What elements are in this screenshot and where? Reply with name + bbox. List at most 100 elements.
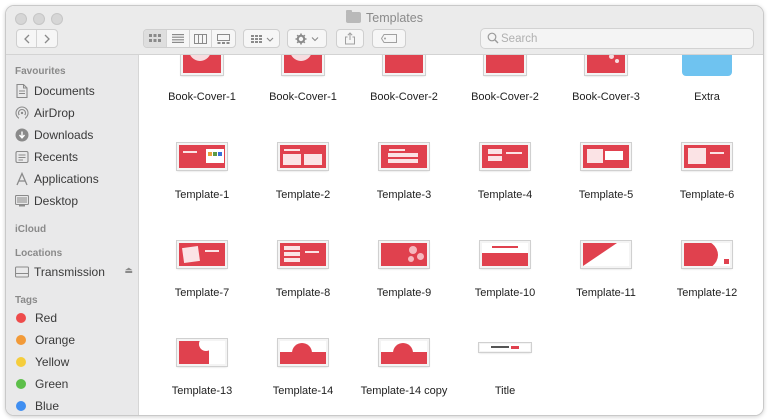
file-thumbnail — [581, 241, 631, 268]
file-label: Book-Cover-1 — [269, 91, 337, 103]
file-thumbnail — [585, 55, 627, 75]
file-label: Template-14 — [272, 385, 334, 397]
eject-icon[interactable]: ⏏ — [124, 265, 133, 276]
tag-color-dot — [16, 335, 26, 345]
sidebar-tag-green[interactable]: Green — [8, 375, 130, 393]
file-grid: Book-Cover-1 Book-Cover-1 Book-Cover-2 B… — [140, 55, 763, 415]
file-label: Template-3 — [376, 189, 432, 201]
file-thumbnail — [278, 143, 328, 170]
file-label: Template-2 — [275, 189, 331, 201]
file-label: Template-13 — [171, 385, 233, 397]
file-label: Book-Cover-2 — [471, 91, 539, 103]
file-thumbnail — [177, 241, 227, 268]
sidebar-item-label: Blue — [35, 399, 60, 413]
share-icon — [345, 32, 355, 45]
clock-icon — [15, 150, 29, 164]
search-input[interactable] — [501, 30, 741, 47]
file-label: Template-4 — [477, 189, 533, 201]
sidebar-item-label: Orange — [35, 333, 76, 347]
file-thumbnail — [379, 339, 429, 366]
gallery-view-button[interactable] — [212, 30, 235, 47]
file-label: Template-7 — [174, 287, 230, 299]
favourites-header: Favourites — [15, 66, 66, 77]
sidebar-tag-blue[interactable]: Blue — [8, 397, 130, 415]
sidebar-item-recents[interactable]: Recents — [15, 148, 137, 166]
file-label: Book-Cover-2 — [370, 91, 438, 103]
sidebar-item-desktop[interactable]: Desktop — [15, 192, 137, 210]
file-label: Template-8 — [275, 287, 331, 299]
sidebar-item-label: Applications — [34, 172, 99, 186]
tag-color-dot — [16, 379, 26, 389]
file-label: Template-9 — [376, 287, 432, 299]
share-button[interactable] — [336, 29, 364, 48]
file-label: Title — [494, 385, 516, 397]
toolbar: Templates — [6, 6, 763, 55]
file-thumbnail — [383, 55, 425, 75]
airdrop-icon — [15, 106, 29, 120]
sidebar-item-label: Recents — [34, 150, 79, 164]
column-view-button[interactable] — [190, 30, 213, 47]
tag-button[interactable] — [372, 29, 406, 48]
sidebar-item-label: Yellow — [35, 355, 70, 369]
file-thumbnail — [181, 55, 223, 75]
icloud-header: iCloud — [15, 224, 47, 235]
sidebar-item-label: AirDrop — [34, 106, 75, 120]
folder-icon — [682, 55, 732, 76]
file-label: Extra — [694, 91, 720, 103]
grid-dropdown-icon — [250, 35, 273, 43]
file-thumbnail — [379, 143, 429, 170]
sidebar-item-documents[interactable]: Documents — [15, 82, 137, 100]
file-thumbnail — [278, 241, 328, 268]
chevron-left-icon — [23, 34, 29, 43]
file-label: Template-6 — [679, 189, 735, 201]
sidebar-item-label: Green — [35, 377, 69, 391]
tag-icon — [380, 34, 397, 43]
sidebar-item-applications[interactable]: Applications — [15, 170, 137, 188]
sidebar-item-downloads[interactable]: Downloads — [15, 126, 137, 144]
document-icon — [15, 84, 29, 98]
file-thumbnail — [479, 343, 531, 352]
download-icon — [15, 128, 29, 142]
action-button[interactable] — [287, 29, 327, 48]
file-thumbnail — [177, 339, 227, 366]
icon-view-icon — [148, 34, 161, 42]
sidebar-tag-red[interactable]: Red — [8, 309, 130, 327]
file-label: Book-Cover-1 — [168, 91, 236, 103]
gear-icon — [295, 33, 319, 45]
sidebar: Favourites Documents AirDrop Downloads R… — [6, 55, 139, 415]
sidebar-item-label: Transmission — [34, 265, 105, 279]
icon-view-button[interactable] — [144, 30, 167, 47]
tag-color-dot — [16, 401, 26, 411]
group-by-button[interactable] — [243, 29, 280, 48]
file-label: Template-10 — [474, 287, 536, 299]
file-label: Template-1 — [174, 189, 230, 201]
search-icon — [487, 32, 499, 44]
file-label: Template-5 — [578, 189, 634, 201]
file-thumbnail — [682, 143, 732, 170]
drive-icon — [15, 265, 29, 279]
file-label: Template-12 — [676, 287, 738, 299]
tag-color-dot — [16, 357, 26, 367]
sidebar-item-label: Documents — [34, 84, 95, 98]
search-field[interactable] — [480, 28, 754, 49]
tag-color-dot — [16, 313, 26, 323]
file-label: Template-11 — [576, 287, 636, 299]
file-thumbnail — [379, 241, 429, 268]
folder-icon — [346, 10, 361, 23]
sidebar-tag-orange[interactable]: Orange — [8, 331, 130, 349]
chevron-right-icon — [44, 34, 50, 43]
file-thumbnail — [278, 339, 328, 366]
back-button[interactable] — [17, 30, 38, 47]
list-view-icon — [171, 34, 184, 43]
file-thumbnail — [484, 55, 526, 75]
sidebar-item-airdrop[interactable]: AirDrop — [15, 104, 137, 122]
column-view-icon — [193, 33, 207, 44]
list-view-button[interactable] — [167, 30, 190, 47]
file-label: Book-Cover-3 — [572, 91, 640, 103]
forward-button[interactable] — [37, 30, 57, 47]
sidebar-item-label: Desktop — [34, 194, 79, 208]
finder-window: Templates Search Favourites Documents Ai… — [5, 5, 764, 416]
sidebar-item-transmission[interactable]: Transmission ⏏ — [15, 263, 137, 281]
file-thumbnail — [282, 55, 324, 75]
sidebar-tag-yellow[interactable]: Yellow — [8, 353, 130, 371]
